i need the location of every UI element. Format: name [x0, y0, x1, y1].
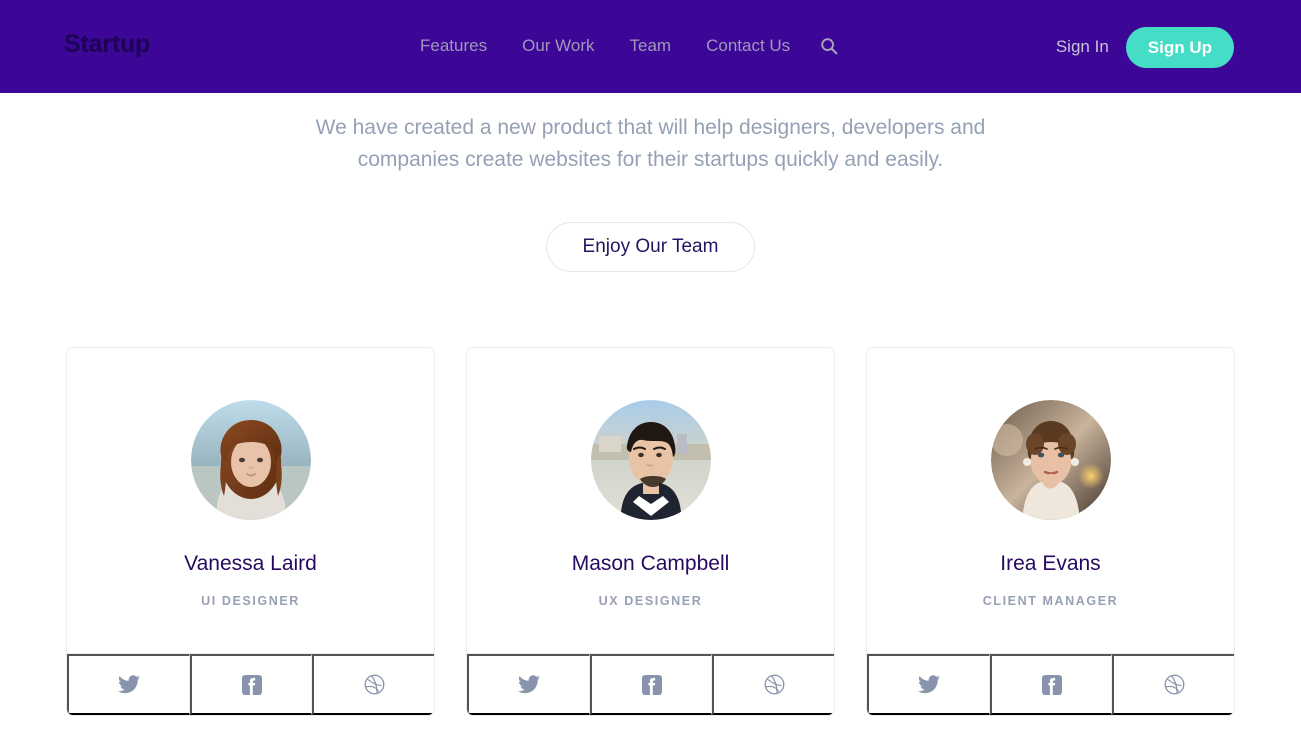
- avatar: [590, 400, 711, 520]
- sign-up-button[interactable]: Sign Up: [1125, 26, 1234, 68]
- sign-in-link[interactable]: Sign In: [1056, 26, 1109, 68]
- member-name: Vanessa Laird: [184, 552, 317, 575]
- main-navigation: Features Our Work Team Contact Us: [420, 33, 840, 59]
- twitter-icon[interactable]: [867, 654, 990, 715]
- team-card-social-footer: [67, 653, 434, 715]
- member-role: UI DESIGNER: [201, 594, 300, 608]
- hero-description-line1: We have created a new product that will …: [315, 116, 986, 139]
- avatar: [190, 400, 311, 520]
- dribbble-icon[interactable]: [712, 654, 834, 715]
- member-name: Mason Campbell: [571, 552, 730, 575]
- nav-link-features[interactable]: Features: [420, 33, 487, 59]
- team-card[interactable]: Irea Evans CLIENT MANAGER: [866, 347, 1235, 716]
- hero-cta-wrapper: Enjoy Our Team: [0, 222, 1301, 272]
- team-card-body: Mason Campbell UX DESIGNER: [467, 348, 834, 653]
- facebook-icon[interactable]: [189, 654, 313, 715]
- dribbble-icon[interactable]: [312, 654, 434, 715]
- member-role: UX DESIGNER: [598, 594, 703, 608]
- hero-description: We have created a new product that will …: [271, 112, 1031, 176]
- team-card[interactable]: Mason Campbell UX DESIGNER: [466, 347, 835, 716]
- enjoy-our-team-button[interactable]: Enjoy Our Team: [545, 222, 756, 272]
- team-cards-section: Vanessa Laird UI DESIGNER Mason Campbell…: [0, 347, 1301, 716]
- member-name: Irea Evans: [1000, 552, 1101, 575]
- hero-section: We have created a new product that will …: [0, 93, 1301, 272]
- team-card-body: Vanessa Laird UI DESIGNER: [67, 348, 434, 653]
- team-card-social-footer: [867, 653, 1234, 715]
- nav-link-contact-us[interactable]: Contact Us: [706, 33, 790, 59]
- team-card[interactable]: Vanessa Laird UI DESIGNER: [66, 347, 435, 716]
- twitter-icon[interactable]: [467, 654, 590, 715]
- site-logo[interactable]: Startup: [64, 30, 150, 59]
- dribbble-icon[interactable]: [1112, 654, 1234, 715]
- auth-area: Sign In Sign Up: [1056, 26, 1234, 68]
- nav-link-team[interactable]: Team: [630, 33, 672, 59]
- avatar: [990, 400, 1111, 520]
- twitter-icon[interactable]: [67, 654, 190, 715]
- nav-link-our-work[interactable]: Our Work: [522, 33, 594, 59]
- search-icon[interactable]: [818, 33, 840, 59]
- member-role: CLIENT MANAGER: [982, 594, 1119, 608]
- hero-description-line2: companies create websites for their star…: [357, 148, 944, 171]
- facebook-icon[interactable]: [989, 654, 1113, 715]
- team-card-social-footer: [467, 653, 834, 715]
- team-card-body: Irea Evans CLIENT MANAGER: [867, 348, 1234, 653]
- site-header: Startup Features Our Work Team Contact U…: [0, 0, 1301, 93]
- facebook-icon[interactable]: [589, 654, 713, 715]
